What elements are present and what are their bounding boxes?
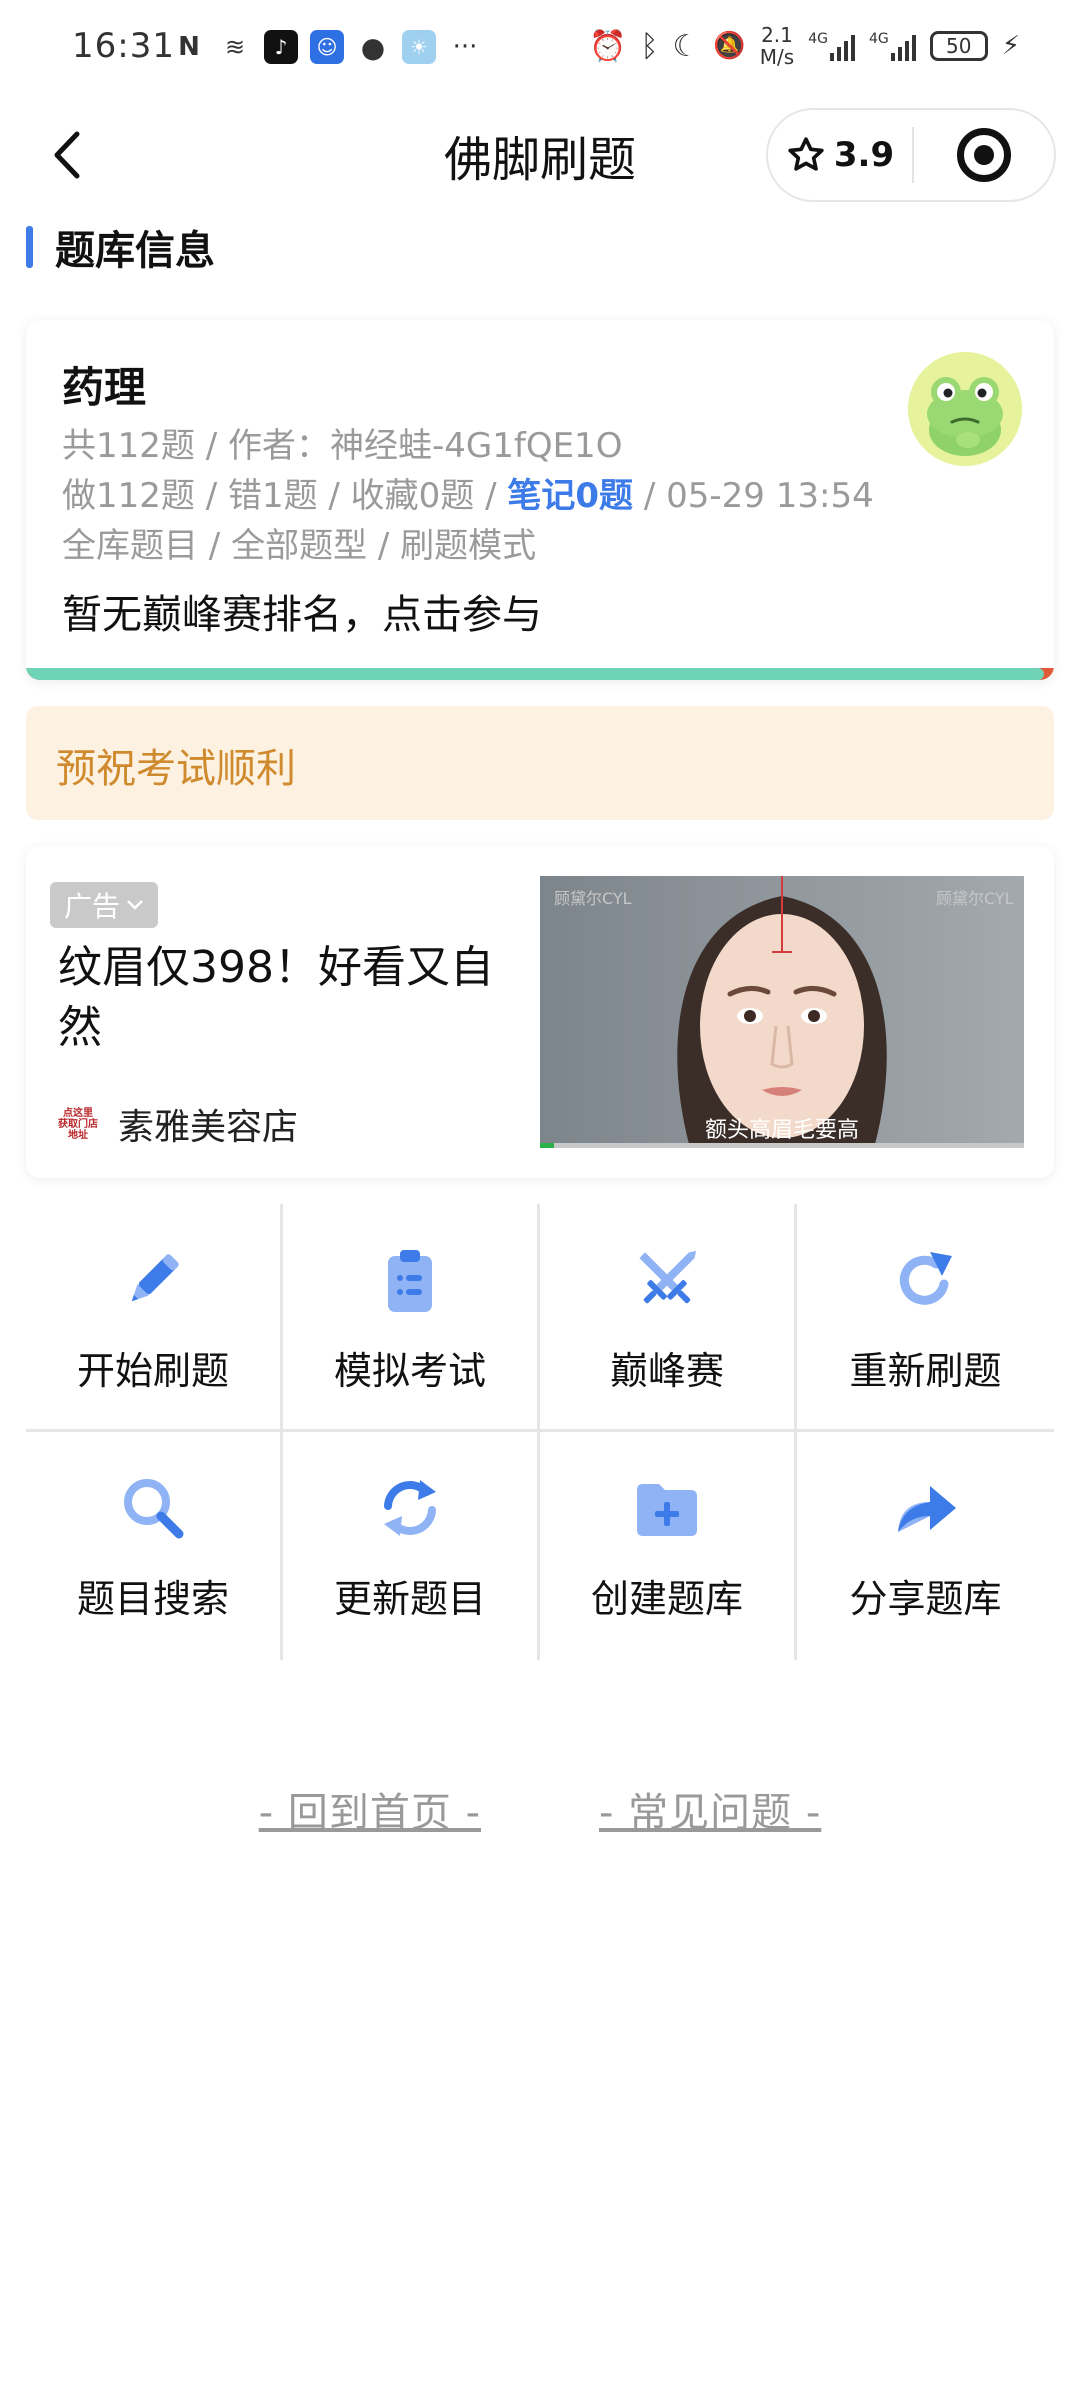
ad-shop[interactable]: 点这里 获取门店 地址 素雅美容店 <box>56 1098 298 1150</box>
wish-text: 预祝考试顺利 <box>56 746 296 792</box>
target-circle-icon <box>957 128 1011 182</box>
ad-badge[interactable]: 广告 <box>50 882 159 928</box>
signal-strength-1-icon: 4G <box>808 31 855 61</box>
ad-watermark-right: 顾黛尔CYL <box>936 889 1014 908</box>
grid-label: 分享题库 <box>849 1577 1002 1621</box>
ad-video[interactable]: 顾黛尔CYL 顾黛尔CYL 额头高眉毛要高 <box>540 876 1024 1148</box>
share-bank-button[interactable]: 分享题库 <box>797 1432 1054 1660</box>
status-time: 16:31 <box>72 26 175 66</box>
weather-icon: ☀ <box>402 30 436 64</box>
clipboard-icon <box>370 1240 450 1320</box>
completion-progress-bar <box>26 668 1054 680</box>
action-grid: 开始刷题 模拟考试 巅峰赛 重新刷题 题目搜索 更新题目 创建题库 分享题库 <box>26 1204 1054 1660</box>
battery-icon: 50 <box>929 31 988 61</box>
rating-value: 3.9 <box>833 135 895 175</box>
bank-mode-settings[interactable]: 全库题目 / 全部题型 / 刷题模式 <box>62 518 536 567</box>
create-bank-button[interactable]: 创建题库 <box>540 1432 797 1660</box>
section-header: 题库信息 <box>26 222 215 274</box>
close-mini-program-button[interactable] <box>914 128 1054 182</box>
section-accent-bar <box>26 226 33 268</box>
start-practice-button[interactable]: 开始刷题 <box>26 1204 283 1432</box>
charging-bolt-icon: ⚡ <box>1001 31 1020 61</box>
grid-label: 开始刷题 <box>76 1349 229 1393</box>
signal-strength-2-icon: 4G <box>869 31 916 61</box>
completion-progress-fill <box>26 668 1044 680</box>
grid-label: 创建题库 <box>590 1577 743 1621</box>
shop-name: 素雅美容店 <box>118 1107 299 1148</box>
peak-ranking-link[interactable]: 暂无巅峰赛排名，点击参与 <box>62 582 542 640</box>
ad-watermark-left: 顾黛尔CYL <box>554 889 632 908</box>
bluetooth-icon: ᛒ <box>640 28 659 64</box>
section-title: 题库信息 <box>55 228 215 274</box>
chat-bubble-icon: ● <box>360 30 386 64</box>
tiktok-icon: ♪ <box>264 30 298 64</box>
folder-plus-icon <box>627 1468 707 1548</box>
muted-bell-icon: 🔕 <box>713 31 746 61</box>
ad-title[interactable]: 纹眉仅398！好看又自然 <box>58 938 528 1058</box>
notes-link[interactable]: 笔记0题 <box>507 476 633 516</box>
question-bank-info-card[interactable]: 药理 共112题 / 作者：神经蛙-4G1fQE1O 做112题 / 错1题 /… <box>26 320 1054 680</box>
restart-practice-button[interactable]: 重新刷题 <box>797 1204 1054 1432</box>
app-robot-icon: ☺ <box>310 30 344 64</box>
redo-icon <box>886 1240 966 1320</box>
system-status-icons: ⏰ ᛒ ☾ 🔕 2.1 M/s 4G 4G 50 ⚡ <box>589 24 1020 68</box>
nfc-icon: N <box>178 32 200 62</box>
crossed-swords-icon <box>627 1240 707 1320</box>
alarm-icon: ⏰ <box>589 28 627 64</box>
peak-match-button[interactable]: 巅峰赛 <box>540 1204 797 1432</box>
ad-video-progress <box>540 1143 1024 1148</box>
author-avatar <box>908 352 1022 466</box>
ad-face-image: 顾黛尔CYL 顾黛尔CYL <box>540 876 1024 1148</box>
share-icon <box>886 1468 966 1548</box>
notification-icons: N ≋ ♪ ☺ ● ☀ ··· <box>172 30 482 64</box>
chevron-down-icon <box>127 900 143 910</box>
bank-progress-stats: 做112题 / 错1题 / 收藏0题 / 笔记0题 / 05-29 13:54 <box>62 476 874 516</box>
nav-bar: 佛脚刷题 3.9 <box>0 100 1080 210</box>
grid-label: 更新题目 <box>333 1577 486 1621</box>
grid-label: 题目搜索 <box>76 1577 229 1621</box>
bank-summary: 共112题 / 作者：神经蛙-4G1fQE1O <box>62 426 623 466</box>
faq-link[interactable]: - 常见问题 - <box>599 1780 821 1838</box>
grid-label: 模拟考试 <box>333 1349 486 1393</box>
back-to-home-link[interactable]: - 回到首页 - <box>259 1780 481 1838</box>
shop-logo: 点这里 获取门店 地址 <box>58 1107 98 1141</box>
more-notifications-icon: ··· <box>452 32 478 62</box>
wish-banner: 预祝考试顺利 <box>26 706 1054 820</box>
mock-exam-button[interactable]: 模拟考试 <box>283 1204 540 1432</box>
search-icon <box>113 1468 193 1548</box>
mini-program-capsule: 3.9 <box>766 108 1056 202</box>
do-not-disturb-moon-icon: ☾ <box>672 28 700 64</box>
pencil-icon <box>113 1240 193 1320</box>
status-bar: 16:31 N ≋ ♪ ☺ ● ☀ ··· ⏰ ᛒ ☾ 🔕 2.1 M/s 4G… <box>0 0 1080 100</box>
ad-video-caption: 额头高眉毛要高 <box>704 1118 859 1143</box>
search-questions-button[interactable]: 题目搜索 <box>26 1432 283 1660</box>
grid-label: 巅峰赛 <box>609 1349 724 1393</box>
update-questions-button[interactable]: 更新题目 <box>283 1432 540 1660</box>
frog-avatar-icon <box>908 352 1022 466</box>
bank-title: 药理 <box>62 363 147 412</box>
network-speed: 2.1 M/s <box>759 23 795 69</box>
app-notification-icon: ≋ <box>224 33 246 61</box>
refresh-icon <box>370 1468 450 1548</box>
grid-label: 重新刷题 <box>849 1349 1002 1393</box>
footer-links: - 回到首页 - - 常见问题 - <box>0 1780 1080 1838</box>
star-icon <box>788 137 824 171</box>
ad-card[interactable]: 广告 纹眉仅398！好看又自然 点这里 获取门店 地址 素雅美容店 顾黛尔CYL… <box>26 846 1054 1178</box>
rating-button[interactable]: 3.9 <box>768 135 912 175</box>
